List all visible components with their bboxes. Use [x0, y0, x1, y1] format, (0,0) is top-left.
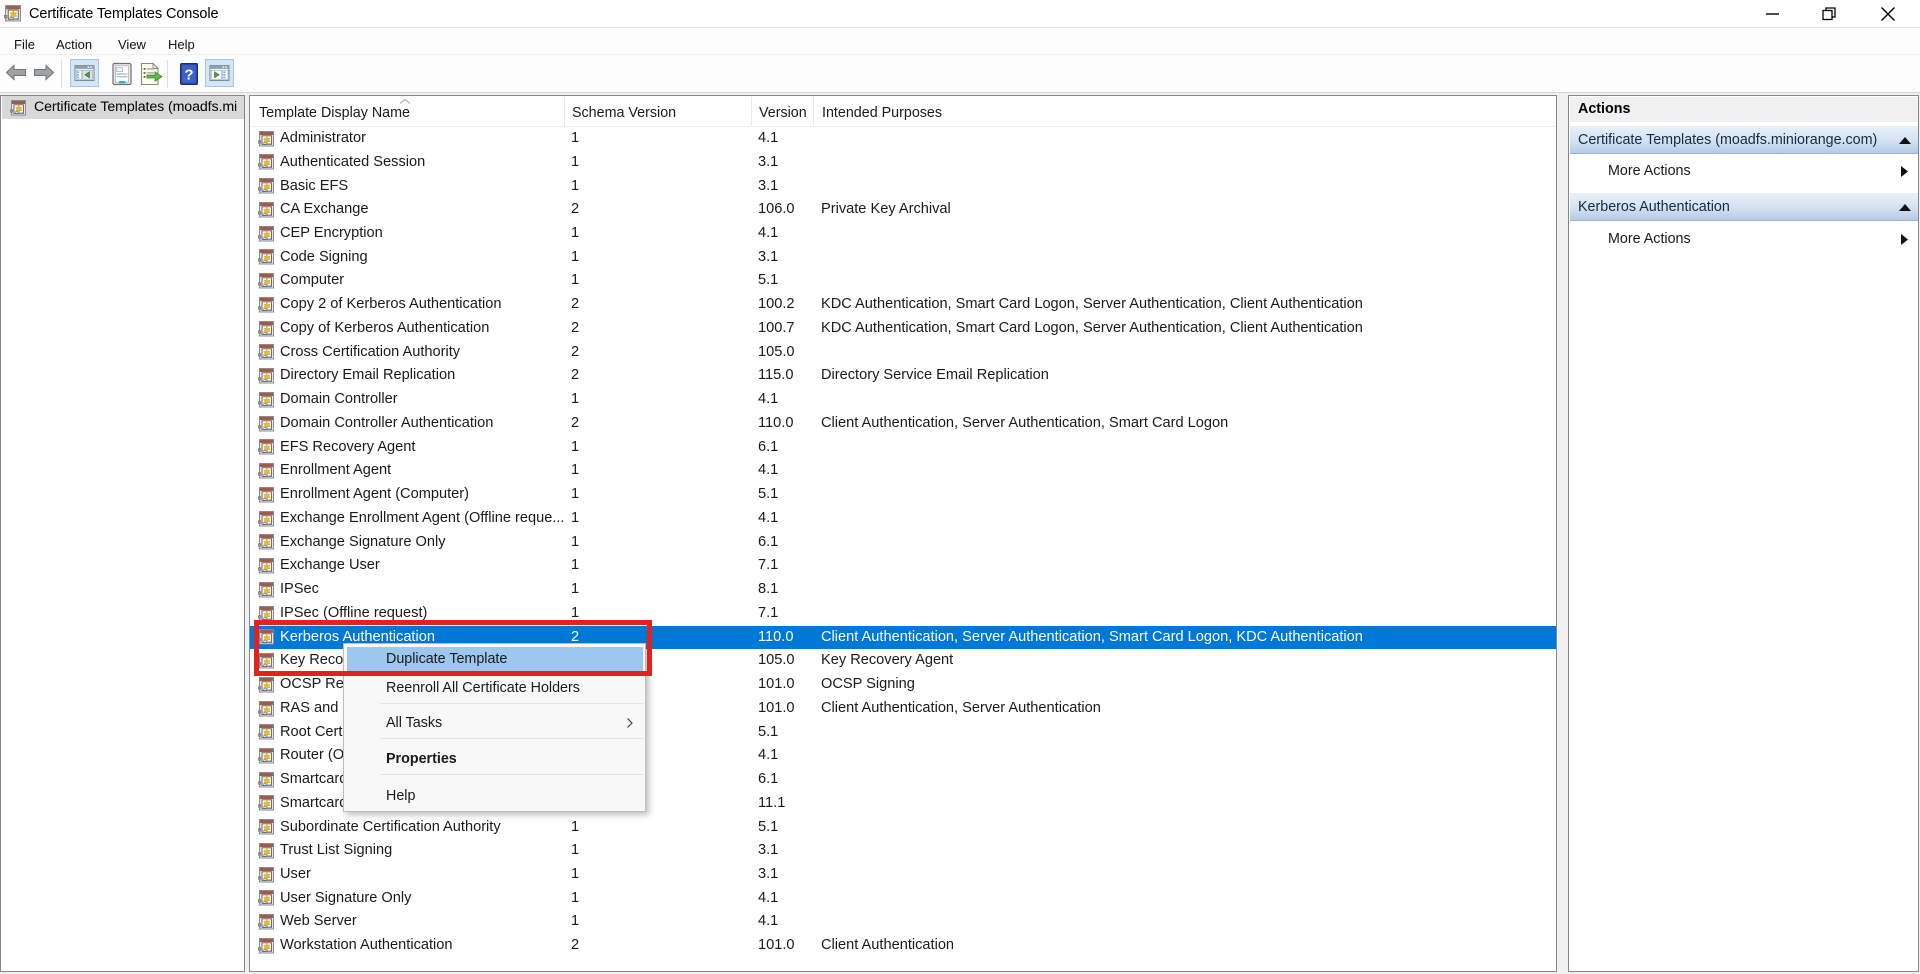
- svg-text:?: ?: [184, 67, 193, 84]
